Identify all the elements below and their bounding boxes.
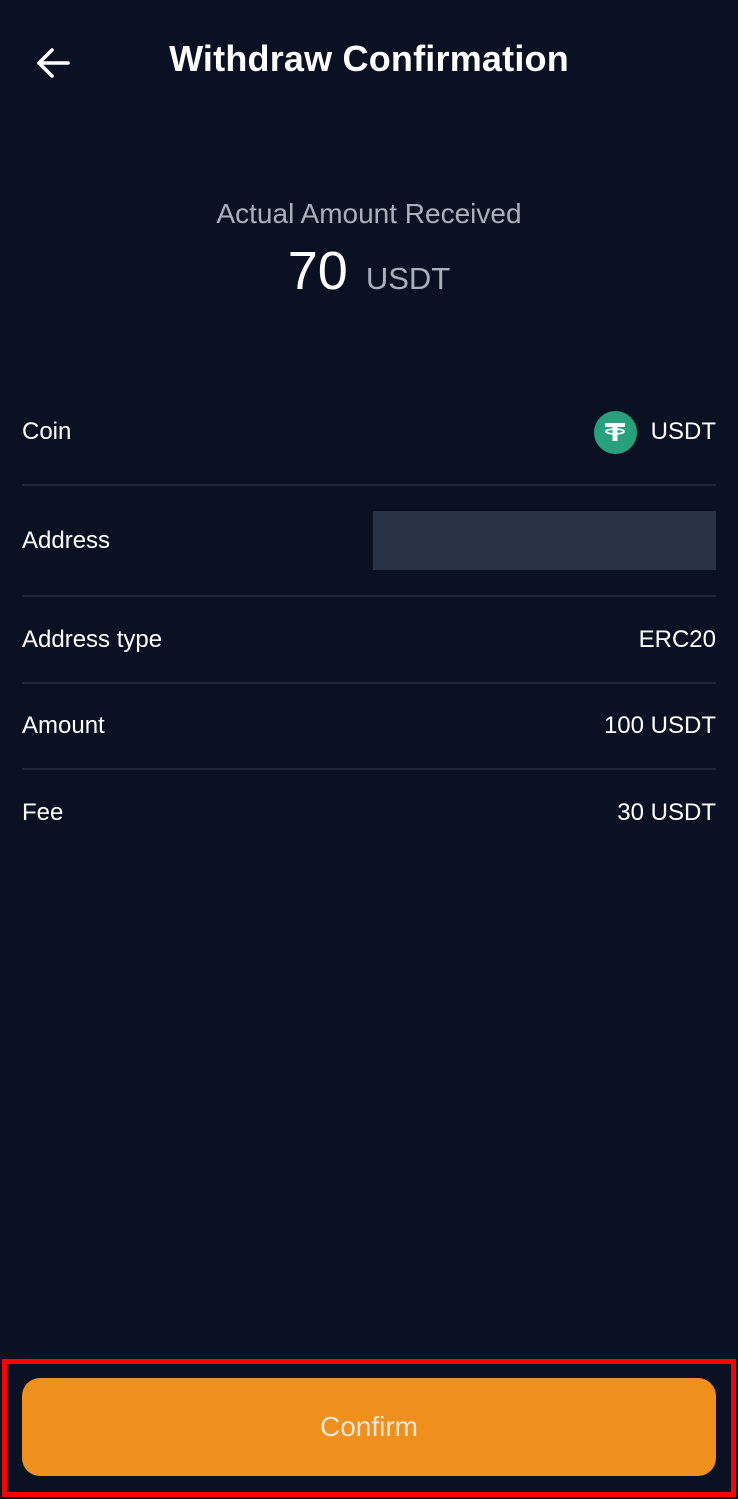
details-list: Coin USDT Address Address type ERC20 Amo… (22, 380, 716, 856)
page-title: Withdraw Confirmation (169, 38, 569, 79)
tether-icon (593, 410, 637, 454)
fee-label: Fee (22, 799, 64, 826)
confirm-button[interactable]: Confirm (22, 1378, 716, 1476)
coin-label: Coin (22, 418, 72, 445)
coin-name: USDT (650, 418, 716, 445)
address-type-value: ERC20 (638, 625, 716, 653)
amount-received-row: 70 USDT (0, 240, 738, 302)
detail-row-address: Address (22, 486, 716, 597)
detail-row-amount: Amount 100 USDT (22, 684, 716, 770)
address-label: Address (22, 526, 111, 554)
amount-received-label: Actual Amount Received (216, 198, 522, 229)
address-type-label: Address type (22, 625, 163, 653)
fee-value: 30 USDT (617, 799, 716, 826)
detail-row-address-type: Address type ERC20 (22, 597, 716, 684)
amount-received-value: 70 (287, 241, 348, 301)
address-redacted-value (373, 511, 716, 570)
amount-label: Amount (22, 712, 105, 739)
amount-value: 100 USDT (603, 712, 716, 739)
detail-row-fee: Fee 30 USDT (22, 770, 716, 856)
amount-received-unit: USDT (365, 261, 451, 296)
detail-row-coin: Coin USDT (22, 380, 716, 486)
header: Withdraw Confirmation (0, 0, 738, 124)
coin-value: USDT (593, 410, 716, 454)
amount-summary: Actual Amount Received 70 USDT (0, 194, 738, 302)
